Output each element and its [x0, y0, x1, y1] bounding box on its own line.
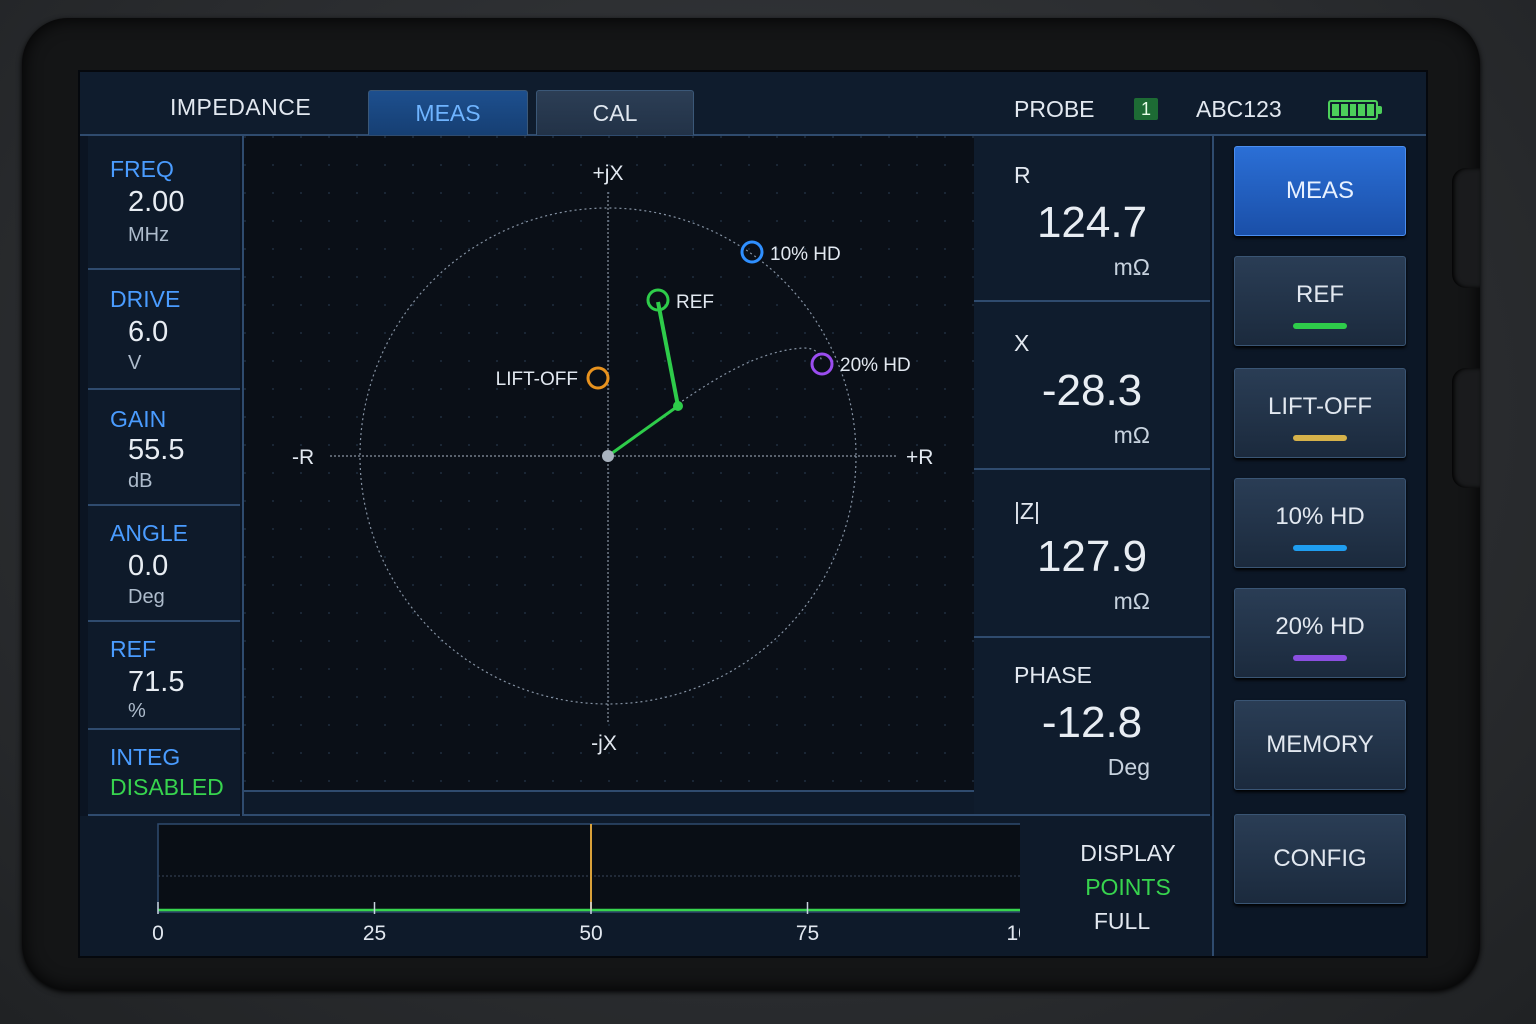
probe-label: PROBE: [1014, 96, 1095, 122]
reading-z: |Z| 127.9 mΩ: [974, 470, 1210, 638]
timeline-svg: 0 25 50 75 100: [152, 823, 1020, 945]
timeline-tick-label: 100: [1006, 922, 1020, 945]
screen-title: IMPEDANCE: [170, 94, 312, 120]
reading-x: X -28.3 mΩ: [974, 302, 1210, 470]
display-title: DISPLAY: [1080, 840, 1176, 866]
param-gain[interactable]: GAIN 55.5 dB: [88, 390, 240, 506]
ref-button-label: REF: [1296, 281, 1344, 308]
config-button[interactable]: CONFIG: [1234, 814, 1406, 904]
reading-r-value: 124.7: [1036, 198, 1148, 247]
liftoff-button-label: LIFT-OFF: [1268, 393, 1372, 420]
param-ref-name: REF: [110, 636, 156, 662]
20hd-button-label: 20% HD: [1275, 613, 1365, 640]
reading-z-value: 127.9: [1036, 532, 1148, 581]
plot-grid: [244, 136, 974, 790]
side-button-lower[interactable]: [1452, 368, 1480, 488]
reading-z-unit: mΩ: [1113, 588, 1150, 614]
meas-button-label: MEAS: [1285, 177, 1354, 204]
config-button-label: CONFIG: [1273, 845, 1367, 872]
param-freq-unit: MHz: [128, 224, 170, 246]
marker-liftoff-label: LIFT-OFF: [496, 369, 578, 390]
param-drive-value: 6.0: [128, 316, 169, 348]
battery-full-icon: [1328, 100, 1382, 120]
axis-label-right: +R: [906, 446, 933, 469]
10hd-color-bar: [1293, 545, 1347, 551]
param-integ-value: DISABLED: [110, 774, 224, 800]
marker-ref-label: REF: [676, 292, 714, 313]
reading-phase: PHASE -12.8 Deg: [974, 638, 1210, 816]
display-mode[interactable]: POINTS: [1030, 874, 1226, 901]
timeline-tick-label: 25: [363, 922, 386, 945]
softkey-column: MEAS REF LIFT-OFF 10% HD 20% HD MEMORY C…: [1212, 136, 1426, 956]
param-drive-unit: V: [128, 352, 142, 374]
param-freq[interactable]: FREQ 2.00 MHz: [88, 136, 240, 270]
top-bar: IMPEDANCE MEAS CAL PROBE 1 ABC123: [80, 72, 1426, 136]
memory-button[interactable]: MEMORY: [1234, 700, 1406, 790]
liftoff-color-bar: [1293, 435, 1347, 441]
param-integ[interactable]: INTEG DISABLED: [88, 730, 240, 816]
param-freq-name: FREQ: [110, 156, 174, 182]
side-button-upper[interactable]: [1452, 168, 1480, 288]
param-drive-name: DRIVE: [110, 286, 181, 312]
param-gain-value: 55.5: [128, 434, 185, 466]
reading-r-unit: mΩ: [1113, 254, 1150, 280]
param-drive[interactable]: DRIVE 6.0 V: [88, 270, 240, 390]
reading-x-value: -28.3: [1041, 366, 1143, 415]
timeline-tick-label: 0: [152, 922, 164, 945]
timeline-tick-label: 75: [796, 922, 819, 945]
param-ref-value: 71.5: [128, 666, 185, 698]
liftoff-button[interactable]: LIFT-OFF: [1234, 368, 1406, 458]
param-angle[interactable]: ANGLE 0.0 Deg: [88, 506, 240, 622]
reading-r-label: R: [1014, 162, 1031, 188]
impedance-plane-svg: +jX -jX -R +R 10% HD REF LIFT-OFF 20% HD: [244, 136, 974, 790]
param-gain-name: GAIN: [110, 406, 167, 432]
tab-meas[interactable]: MEAS: [368, 90, 528, 135]
axis-label-top: +jX: [593, 162, 624, 185]
reading-r: R 124.7 mΩ: [974, 136, 1210, 302]
axis-label-left: -R: [292, 446, 314, 469]
10hd-button-label: 10% HD: [1275, 503, 1365, 530]
display-extent[interactable]: FULL: [1024, 908, 1220, 935]
reading-z-label: |Z|: [1014, 498, 1040, 524]
instrument-screen: IMPEDANCE MEAS CAL PROBE 1 ABC123 FREQ 2…: [78, 70, 1428, 958]
param-angle-value: 0.0: [128, 550, 169, 582]
memory-button-label: MEMORY: [1266, 731, 1374, 758]
reading-phase-unit: Deg: [1107, 754, 1150, 780]
reading-x-label: X: [1014, 330, 1030, 356]
axis-label-bottom: -jX: [591, 732, 617, 755]
reading-phase-label: PHASE: [1014, 662, 1092, 688]
tab-cal[interactable]: CAL: [536, 90, 694, 135]
probe-serial: ABC123: [1196, 96, 1282, 122]
plot-footer-strip: [242, 792, 976, 816]
ref-color-bar: [1293, 323, 1347, 329]
param-gain-unit: dB: [128, 470, 153, 492]
marker-20hd-label: 20% HD: [840, 355, 911, 376]
param-ref[interactable]: REF 71.5 %: [88, 622, 240, 730]
marker-10hd-label: 10% HD: [770, 244, 841, 265]
origin-dot: [602, 450, 614, 462]
ref-button[interactable]: REF: [1234, 256, 1406, 346]
reading-phase-value: -12.8: [1041, 698, 1143, 747]
reading-x-unit: mΩ: [1113, 422, 1150, 448]
param-angle-unit: Deg: [128, 586, 165, 608]
bottom-strip: 0255075100 DISPLAY POINTS FULL: [80, 816, 1212, 956]
20hd-color-bar: [1293, 655, 1347, 661]
timeline-box: [157, 823, 1020, 913]
20hd-button[interactable]: 20% HD: [1234, 588, 1406, 678]
param-freq-value: 2.00: [128, 186, 185, 218]
signal-vector-joint: [673, 401, 683, 411]
10hd-button[interactable]: 10% HD: [1234, 478, 1406, 568]
param-ref-unit: %: [128, 700, 146, 722]
probe-number-badge: 1: [1134, 98, 1158, 120]
meas-button[interactable]: MEAS: [1234, 146, 1406, 236]
param-angle-name: ANGLE: [110, 520, 188, 546]
param-integ-name: INTEG: [110, 744, 181, 770]
impedance-plane-plot[interactable]: +jX -jX -R +R 10% HD REF LIFT-OFF 20% HD: [242, 136, 976, 792]
timeline-tick-label: 50: [579, 922, 602, 945]
